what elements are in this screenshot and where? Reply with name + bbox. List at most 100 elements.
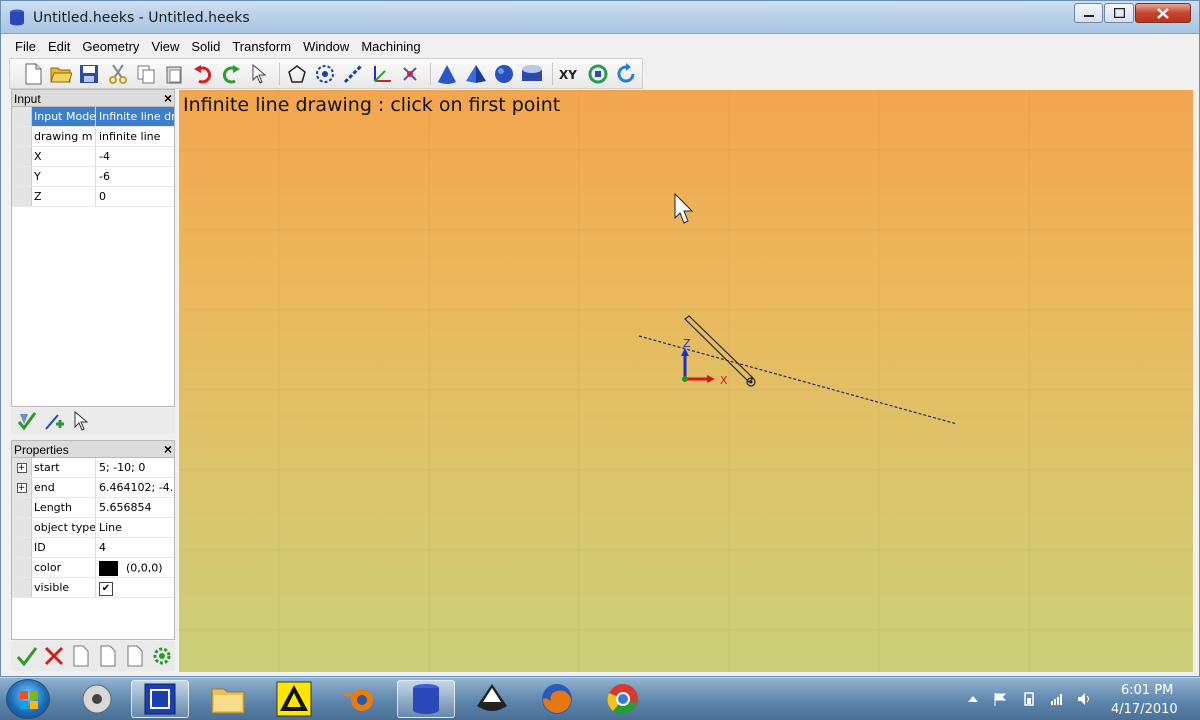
property-value[interactable]: 5; -10; 0	[96, 458, 174, 477]
properties-panel: Properties × + start 5; -10; 0 + end 6.4…	[11, 440, 175, 640]
view-xy-icon: XY	[559, 68, 577, 82]
menu-transform[interactable]: Transform	[226, 35, 297, 57]
property-name: Length	[32, 498, 96, 517]
document-button-1[interactable]	[67, 644, 94, 668]
property-value[interactable]: infinite line	[96, 127, 174, 146]
taskbar-heeks[interactable]	[397, 680, 455, 718]
redraw-button[interactable]	[614, 61, 639, 87]
document-button-2[interactable]	[94, 644, 121, 668]
menu-edit[interactable]: Edit	[42, 35, 76, 57]
input-panel-close-button[interactable]: ×	[164, 90, 172, 106]
cut-button[interactable]	[105, 61, 130, 87]
property-value[interactable]: 0	[96, 187, 174, 206]
action-center-flag-icon[interactable]	[993, 692, 1007, 706]
cylinder-button[interactable]	[520, 61, 545, 87]
input-row-y[interactable]: Y -6	[12, 167, 174, 187]
media-player-icon	[82, 684, 112, 714]
property-row-visible[interactable]: visible ✔	[12, 578, 174, 598]
input-row-mode[interactable]: Input Mode Infinite line dra	[12, 107, 174, 127]
expand-icon[interactable]: +	[16, 462, 27, 473]
apply-button[interactable]	[13, 644, 40, 668]
copy-button[interactable]	[133, 61, 158, 87]
properties-panel-close-button[interactable]: ×	[164, 441, 172, 457]
document-button-3[interactable]	[121, 644, 148, 668]
new-file-button[interactable]	[20, 61, 45, 87]
select-button[interactable]	[247, 61, 272, 87]
property-value[interactable]: (0,0,0)	[96, 558, 174, 577]
start-button[interactable]	[6, 679, 50, 719]
view-rotate-button[interactable]	[585, 61, 610, 87]
input-row-x[interactable]: X -4	[12, 147, 174, 167]
volume-icon[interactable]	[1077, 692, 1091, 706]
open-button[interactable]	[48, 61, 73, 87]
taskbar-explosion-app[interactable]	[265, 680, 323, 718]
battery-icon[interactable]	[1022, 692, 1036, 706]
property-row-length[interactable]: Length 5.656854	[12, 498, 174, 518]
taskbar-inkscape[interactable]	[463, 680, 521, 718]
taskbar-media-player[interactable]	[68, 680, 126, 718]
menu-view[interactable]: View	[145, 35, 185, 57]
sphere-button[interactable]	[491, 61, 516, 87]
cone-button[interactable]	[435, 61, 460, 87]
settings-button[interactable]	[148, 644, 175, 668]
property-value[interactable]: 6.464102; -4.5	[96, 478, 174, 497]
title-bar[interactable]: Untitled.heeks - Untitled.heeks	[1, 1, 1199, 34]
property-row-object-type[interactable]: object type Line	[12, 518, 174, 538]
save-button[interactable]	[77, 61, 102, 87]
pick-filter-button[interactable]	[13, 409, 40, 433]
menu-file[interactable]: File	[9, 35, 42, 57]
property-value[interactable]: -4	[96, 147, 174, 166]
close-button[interactable]	[1135, 3, 1191, 23]
line-button[interactable]	[341, 61, 366, 87]
network-signal-icon[interactable]	[1050, 692, 1064, 706]
property-row-start[interactable]: + start 5; -10; 0	[12, 458, 174, 478]
view-rotate-icon	[588, 64, 608, 83]
menu-window[interactable]: Window	[297, 35, 355, 57]
property-value[interactable]: Infinite line dra	[96, 107, 174, 126]
show-hidden-icons-icon[interactable]	[966, 692, 980, 706]
input-mode-status: Infinite line drawing : click on first p…	[183, 94, 561, 116]
minimize-button[interactable]	[1074, 3, 1103, 23]
menu-geometry[interactable]: Geometry	[76, 35, 145, 57]
undo-button[interactable]	[190, 61, 215, 87]
color-swatch[interactable]	[99, 561, 118, 576]
menu-machining[interactable]: Machining	[355, 35, 426, 57]
menu-solid[interactable]: Solid	[185, 35, 226, 57]
pick-cursor-button[interactable]	[67, 409, 94, 433]
properties-panel-title: Properties	[14, 443, 69, 457]
coordinate-system-button[interactable]	[369, 61, 394, 87]
property-row-id[interactable]: ID 4	[12, 538, 174, 558]
property-row-end[interactable]: + end 6.464102; -4.5	[12, 478, 174, 498]
paste-button[interactable]	[162, 61, 187, 87]
property-value[interactable]: 4	[96, 538, 174, 557]
maximize-button[interactable]	[1104, 3, 1134, 23]
taskbar-blender[interactable]	[331, 680, 389, 718]
taskbar-firefox[interactable]	[528, 680, 586, 718]
polygon-button[interactable]	[284, 61, 309, 87]
redo-button[interactable]	[218, 61, 243, 87]
property-value[interactable]: -6	[96, 167, 174, 186]
taskbar-explorer[interactable]	[199, 680, 257, 718]
view-xy-button[interactable]: XY	[557, 61, 582, 87]
clock-date[interactable]: 4/17/2010	[1111, 702, 1178, 717]
pyramid-button[interactable]	[463, 61, 488, 87]
graphics-viewport[interactable]: Z X Infinite line drawing : click on fir…	[179, 90, 1193, 672]
transform-button[interactable]	[397, 61, 422, 87]
input-row-z[interactable]: Z 0	[12, 187, 174, 207]
property-name: Input Mode	[32, 107, 96, 126]
input-panel-toolbar	[11, 408, 175, 434]
taskbar-chrome[interactable]	[594, 680, 652, 718]
close-icon	[1157, 7, 1169, 19]
property-value[interactable]: 5.656854	[96, 498, 174, 517]
property-value[interactable]: Line	[96, 518, 174, 537]
add-point-button[interactable]	[40, 409, 67, 433]
clock-time[interactable]: 6:01 PM	[1121, 683, 1173, 698]
cancel-button[interactable]	[40, 644, 67, 668]
circles-button[interactable]	[312, 61, 337, 87]
property-row-color[interactable]: color (0,0,0)	[12, 558, 174, 578]
expand-icon[interactable]: +	[16, 482, 27, 493]
taskbar-heekscad[interactable]	[131, 680, 189, 718]
toolbar-separator	[279, 62, 281, 85]
visible-checkbox[interactable]: ✔	[99, 582, 113, 596]
input-row-drawing-mode[interactable]: drawing m infinite line	[12, 127, 174, 147]
